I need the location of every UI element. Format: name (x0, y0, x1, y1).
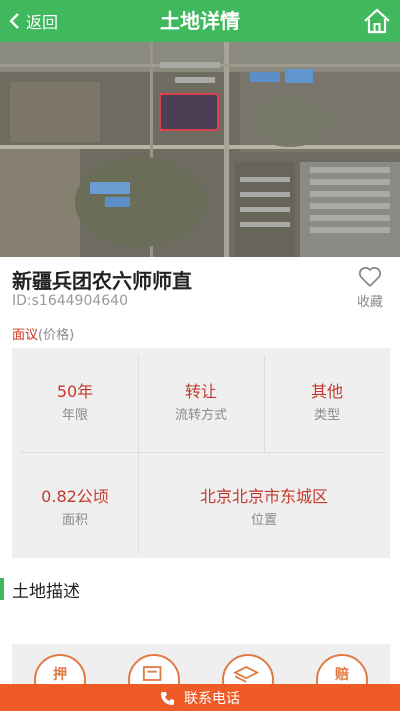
detail-key: 类型 (313, 407, 340, 423)
page-title: 土地详情 (160, 9, 240, 33)
land-detail-page: 返回 土地详情 新疆兵团农六师师直 ID:s1644904640 收藏 面议(价… (0, 0, 400, 711)
contact-label: 联系电话 (184, 690, 240, 707)
detail-key: 位置 (250, 512, 277, 528)
price-hint: (价格) (38, 328, 75, 343)
phone-icon (161, 691, 174, 705)
detail-value: 北京北京市东城区 (199, 486, 328, 506)
detail-term: 50年 年限 (12, 348, 138, 452)
detail-area: 0.82公顷 面积 (12, 452, 138, 558)
price-row: 面议(价格) (12, 324, 74, 343)
heart-icon (358, 266, 382, 287)
detail-key: 年限 (61, 407, 88, 423)
section-title: 土地描述 (12, 582, 80, 602)
contact-phone-button[interactable]: 联系电话 (0, 684, 400, 711)
land-title: 新疆兵团农六师师直 (12, 269, 192, 293)
detail-key: 面积 (61, 512, 88, 528)
land-info-grid: 50年 年限 转让 流转方式 其他 类型 0.82公顷 面积 北京北京市东城区 … (12, 348, 390, 558)
land-satellite-image[interactable] (0, 42, 400, 257)
home-icon[interactable] (362, 6, 392, 36)
section-accent-bar (0, 578, 4, 600)
favorite-button[interactable]: 收藏 (350, 266, 390, 310)
detail-value: 转让 (184, 381, 217, 401)
detail-value: 50年 (56, 381, 94, 401)
detail-location: 北京北京市东城区 位置 (138, 452, 390, 558)
detail-value: 0.82公顷 (41, 486, 109, 506)
detail-value: 其他 (310, 381, 343, 401)
price-value: 面议 (12, 328, 39, 343)
top-nav-bar: 返回 土地详情 (0, 0, 400, 42)
detail-type: 其他 类型 (264, 348, 390, 452)
detail-key: 流转方式 (174, 407, 227, 423)
land-id: ID:s1644904640 (12, 293, 128, 309)
favorite-label: 收藏 (356, 295, 383, 310)
detail-transfer-mode: 转让 流转方式 (138, 348, 264, 452)
